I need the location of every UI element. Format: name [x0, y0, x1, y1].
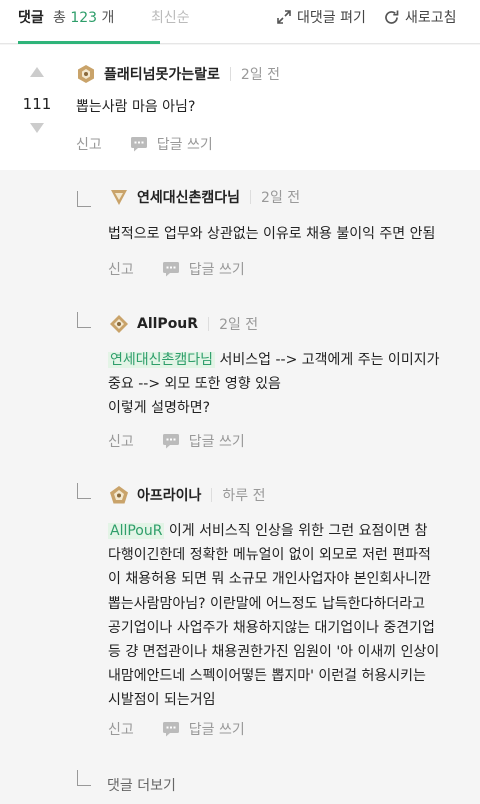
- reply-button[interactable]: 답글 쓰기: [162, 259, 245, 279]
- refresh-icon: [385, 10, 399, 24]
- downvote-button[interactable]: [20, 123, 54, 133]
- tier-badge-icon: [110, 315, 128, 333]
- report-button[interactable]: 신고: [76, 134, 102, 154]
- reply-text-line: 법적으로 업무와 상관없는 이유로 채용 불이익 주면 안됨: [108, 226, 436, 242]
- reply-button-label: 답글 쓰기: [188, 434, 245, 450]
- reply-text: 연세대신촌캠다님 서비스업 --> 고객에게 주는 이미지가 중요 --> 외모…: [108, 348, 439, 421]
- comment-total-suffix: 개: [101, 10, 115, 26]
- reply-actions: 신고 답글 쓰기: [108, 719, 245, 739]
- reply-author[interactable]: 아프라이나: [137, 485, 201, 505]
- mention-tag[interactable]: AllPouR: [108, 523, 165, 539]
- reply-button[interactable]: 답글 쓰기: [162, 431, 245, 451]
- reply-author-row: 아프라이나 하루 전: [109, 484, 266, 506]
- reply-actions: 신고 답글 쓰기: [108, 259, 245, 279]
- reply-button-label: 답글 쓰기: [156, 137, 213, 153]
- reply-text-line: 등 걍 면접관이나 채용권한가진 임원이 '아 이새끼 인상이: [108, 644, 440, 661]
- active-tab-indicator: [18, 41, 160, 44]
- reply-author-row: AllPouR 2일 전: [109, 313, 258, 335]
- speech-bubble-icon: [162, 434, 179, 449]
- reply-time: 2일 전: [261, 190, 301, 206]
- reply-text-line: 공기업이나 사업주가 채용하지않는 대기업이나 중견기업: [108, 619, 435, 636]
- mention-tag[interactable]: 연세대신촌캠다님: [108, 352, 216, 368]
- comment-item: 111 플래티넘못가는랄로 2일 전 뽑는사람 마음 아님? 신고 답글 쓰기: [0, 45, 480, 170]
- reply-text-line: AllPouR 이게 서비스직 인상을 위한 그런 요점이면 참: [108, 519, 439, 543]
- comment-time: 2일 전: [240, 67, 281, 83]
- comment-actions: 신고 답글 쓰기: [76, 134, 213, 154]
- upvote-button[interactable]: [20, 67, 54, 77]
- reply-time: 2일 전: [219, 317, 259, 333]
- reply-connector: [77, 312, 91, 328]
- comment-total-count: 123: [70, 10, 98, 26]
- expand-icon: [277, 10, 291, 24]
- comment-total-prefix: 총: [53, 10, 66, 26]
- divider: [229, 67, 231, 81]
- report-button[interactable]: 신고: [108, 259, 134, 279]
- speech-bubble-icon: [130, 137, 147, 152]
- reply-text-line: 뽑는사람맘아님? 이란말에 어느정도 납득한다하더라고: [108, 595, 426, 612]
- reply-text: AllPouR 이게 서비스직 인상을 위한 그런 요점이면 참 다행이긴한데 …: [108, 519, 439, 713]
- tier-badge-icon: [78, 65, 94, 83]
- tier-badge-icon: [110, 486, 128, 504]
- reply-author-row: 연세대신촌캠다님 2일 전: [109, 186, 300, 208]
- comment-author[interactable]: 플래티넘못가는랄로: [104, 64, 220, 84]
- reply-text-line: 연세대신촌캠다님 서비스업 --> 고객에게 주는 이미지가: [108, 348, 439, 372]
- reply-author[interactable]: 연세대신촌캠다님: [137, 187, 240, 207]
- speech-bubble-icon: [162, 722, 179, 737]
- comment-author-row: 플래티넘못가는랄로 2일 전: [76, 63, 280, 85]
- comment-text: 뽑는사람 마음 아님?: [76, 99, 196, 115]
- upvote-icon: [30, 67, 44, 77]
- more-replies-link[interactable]: 댓글 더보기: [107, 775, 176, 795]
- comment-total: 총 123 개: [53, 7, 114, 27]
- vote-count: 111: [22, 95, 52, 113]
- reply-time: 하루 전: [222, 488, 266, 504]
- reply-actions: 신고 답글 쓰기: [108, 431, 245, 451]
- reply-button[interactable]: 답글 쓰기: [162, 719, 245, 739]
- reply-connector: [77, 191, 91, 207]
- refresh-label: 새로고침: [405, 10, 457, 26]
- reply-text-segment: 이게 서비스직 인상을 위한 그런 요점이면 참: [168, 523, 428, 539]
- reply-button-label: 답글 쓰기: [188, 262, 245, 278]
- downvote-icon: [30, 123, 44, 133]
- reply-connector: [77, 483, 91, 499]
- reply-connector: [77, 770, 91, 786]
- tier-badge-icon: [111, 190, 127, 205]
- reply-text-line: 이렇게 설명하면?: [108, 400, 211, 417]
- reply-text-line: 내맘에안드네 스펙이어떻든 뽑지마' 이런걸 허용시키는: [108, 668, 426, 685]
- divider: [250, 190, 252, 204]
- reply-text-line: 이 채용허용 되면 뭐 소규모 개인사업자야 본인회사니깐: [108, 571, 431, 588]
- reply-text-line: 다행이긴한데 정확한 메뉴얼이 없이 외모로 저런 편파적: [108, 547, 431, 564]
- expand-replies-button[interactable]: 대댓글 펴기: [276, 7, 366, 27]
- report-button[interactable]: 신고: [108, 431, 134, 451]
- reply-button-label: 답글 쓰기: [188, 722, 245, 738]
- reply-button[interactable]: 답글 쓰기: [130, 134, 213, 154]
- tab-comments[interactable]: 댓글: [18, 7, 44, 27]
- expand-replies-label: 대댓글 펴기: [297, 10, 366, 26]
- reply-text: 법적으로 업무와 상관없는 이유로 채용 불이익 주면 안됨: [108, 222, 435, 246]
- speech-bubble-icon: [162, 262, 179, 277]
- tab-latest[interactable]: 최신순: [151, 7, 190, 27]
- divider: [208, 317, 210, 331]
- reply-text-line: 중요 --> 외모 또한 영향 있음: [108, 376, 281, 393]
- comments-header: 댓글 총 123 개 최신순 대댓글 펴기 새로고침: [0, 0, 480, 44]
- divider: [211, 488, 213, 502]
- reply-text-line: 시발점이 되는거임: [108, 692, 216, 709]
- report-button[interactable]: 신고: [108, 719, 134, 739]
- reply-author[interactable]: AllPouR: [137, 316, 198, 332]
- refresh-button[interactable]: 새로고침: [383, 7, 457, 27]
- reply-text-segment: 서비스업 --> 고객에게 주는 이미지가: [219, 352, 440, 368]
